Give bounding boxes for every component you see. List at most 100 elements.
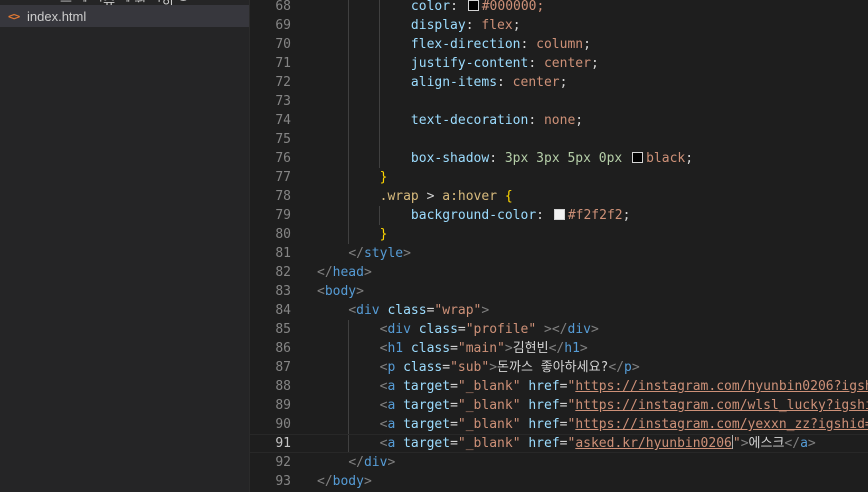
code-token: target: [395, 436, 451, 451]
code-token: =: [450, 436, 458, 451]
code-line[interactable]: 69 display: flex;: [250, 16, 868, 35]
code-token: "main": [457, 341, 505, 356]
code-line[interactable]: 92 </div>: [250, 453, 868, 472]
code-token: p: [624, 360, 632, 375]
code-token: >: [807, 436, 816, 451]
code-token: text-decoration: [410, 113, 529, 128]
code-line[interactable]: 88 <a target="_blank" href="https://inst…: [250, 377, 868, 396]
code-line[interactable]: 81 </style>: [250, 244, 868, 263]
color-swatch-icon[interactable]: [553, 209, 565, 220]
code-line[interactable]: 87 <p class="sub">돈까스 좋아하세요?</p>: [250, 358, 868, 377]
code-token: >: [504, 341, 513, 356]
code-token: target: [395, 417, 451, 432]
line-number: 83: [275, 284, 291, 299]
code-token: align-items: [410, 75, 498, 90]
code-line[interactable]: 80 }: [250, 225, 868, 244]
code-text: <a target="_blank" href="https://instagr…: [317, 396, 868, 415]
code-line[interactable]: 78 .wrap > a:hover {: [250, 187, 868, 206]
code-token: #f2f2f2: [567, 208, 623, 223]
code-token: style: [363, 246, 404, 261]
code-token: =: [559, 436, 568, 451]
code-token: =: [559, 379, 568, 394]
code-line-current[interactable]: 91 <a target="_blank" href="asked.kr/hyu…: [250, 434, 868, 453]
code-line[interactable]: 73: [250, 92, 868, 111]
code-text: <div class="wrap">: [317, 301, 489, 320]
code-token: h1: [564, 341, 580, 356]
code-token: >: [387, 455, 396, 470]
code-text: <a target="_blank" href="asked.kr/hyunbi…: [317, 435, 816, 452]
code-line[interactable]: 85 <div class="profile" ></div>: [250, 320, 868, 339]
code-line[interactable]: 86 <h1 class="main">김현빈</h1>: [250, 339, 868, 358]
code-token: class: [403, 341, 451, 356]
code-line[interactable]: 82 </head>: [250, 263, 868, 282]
code-line[interactable]: 70 flex-direction: column;: [250, 35, 868, 54]
code-text: </head>: [317, 263, 372, 282]
color-swatch-icon[interactable]: [467, 0, 479, 11]
code-token: flex: [481, 18, 513, 33]
code-token: black: [646, 151, 686, 166]
code-token: href: [520, 379, 560, 394]
indent-guide: [379, 92, 380, 111]
explorer-file-index-html[interactable]: <> index.html: [0, 5, 249, 27]
code-token: ></: [536, 322, 568, 337]
code-editor[interactable]: 68 color: #000000; 69 display: flex; 70 fl…: [250, 0, 868, 492]
code-line[interactable]: 90 <a target="_blank" href="https://inst…: [250, 415, 868, 434]
code-line[interactable]: 77 }: [250, 168, 868, 187]
code-token: "_blank": [457, 398, 521, 413]
color-swatch-icon[interactable]: [632, 152, 644, 163]
code-token: =: [450, 398, 458, 413]
code-line[interactable]: 68 color: #000000;: [250, 0, 868, 16]
code-token: display: [410, 18, 466, 33]
line-number: 68: [275, 0, 291, 14]
code-line[interactable]: 75: [250, 130, 868, 149]
code-token: 3px 3px 5px 0px: [504, 151, 623, 166]
code-token: background-color: [410, 208, 537, 223]
line-number: 91: [275, 436, 291, 451]
code-line[interactable]: 93 </body>: [250, 472, 868, 491]
code-line[interactable]: 74 text-decoration: none;: [250, 111, 868, 130]
code-token: >: [363, 474, 372, 489]
line-number: 81: [275, 246, 291, 261]
code-line[interactable]: 79 background-color: #f2f2f2;: [250, 206, 868, 225]
code-token: https://instagram.com/yexxn_zz?igshid=Ym…: [575, 417, 868, 432]
vscode-window: ᅳ ᅦ ᅵ슈 ᅦ ᅱ ᅡ히 ᄋ <> index.html 68 color: …: [0, 0, 868, 492]
line-number: 76: [275, 151, 291, 166]
code-line[interactable]: 71 justify-content: center;: [250, 54, 868, 73]
code-line[interactable]: 76 box-shadow: 3px 3px 5px 0px black;: [250, 149, 868, 168]
code-token: justify-content: [410, 56, 529, 71]
code-text: background-color: #f2f2f2;: [317, 206, 631, 225]
code-token: target: [395, 379, 451, 394]
code-token: ;: [512, 18, 521, 33]
code-token: "sub": [450, 360, 490, 375]
code-text: justify-content: center;: [317, 54, 599, 73]
line-number: 78: [275, 189, 291, 204]
line-number: 84: [275, 303, 291, 318]
code-lines: 68 color: #000000; 69 display: flex; 70 fl…: [250, 0, 868, 491]
line-number: 70: [275, 37, 291, 52]
code-token: >: [590, 322, 599, 337]
code-line[interactable]: 72 align-items: center;: [250, 73, 868, 92]
code-token: center: [543, 56, 591, 71]
indent-guide: [379, 130, 380, 149]
line-number: 87: [275, 360, 291, 375]
code-token: div: [387, 322, 411, 337]
code-line[interactable]: 84 <div class="wrap">: [250, 301, 868, 320]
code-text: color: #000000;: [317, 0, 544, 16]
code-text: display: flex;: [317, 16, 521, 35]
code-token: =: [450, 417, 458, 432]
code-line[interactable]: 83 <body>: [250, 282, 868, 301]
code-text: align-items: center;: [317, 73, 568, 92]
code-token: https://instagram.com/wlsl_lucky?igshid=…: [575, 398, 868, 413]
code-token: ;: [590, 56, 599, 71]
code-line[interactable]: 89 <a target="_blank" href="https://inst…: [250, 396, 868, 415]
code-token: >: [489, 360, 498, 375]
